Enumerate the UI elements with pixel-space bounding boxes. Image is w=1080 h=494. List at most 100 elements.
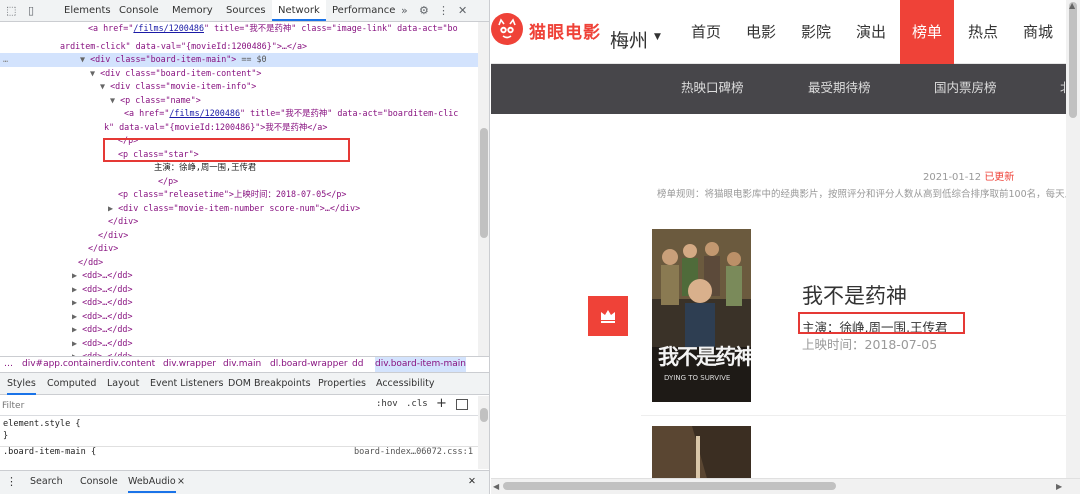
movie-poster[interactable]: 我不是药神 DYING TO SURVIVE [652,229,751,402]
element-style-selector[interactable]: element.style { [3,419,81,429]
dom-node-line[interactable]: <a href="/films/1200486" title="我不是药神" c… [0,22,478,36]
dom-node-line[interactable]: </div> [0,215,478,229]
breadcrumb-content[interactable]: div.content [105,357,155,372]
kebab-menu-icon[interactable]: ⋮ [438,0,449,21]
expand-arrow-icon[interactable]: ▼ [100,81,110,91]
dom-node-line[interactable]: arditem-click" data-val="{movieId:120048… [0,40,478,54]
breadcrumb-board-item-main[interactable]: div.board-item-main [375,357,467,372]
tab-performance[interactable]: Performance [326,0,401,21]
collapse-arrow-icon[interactable]: ▶ [72,338,82,348]
breadcrumb-board-wrapper[interactable]: dl.board-wrapper [270,357,348,372]
maoyan-cat-logo-icon[interactable] [491,13,523,45]
movie-title[interactable]: 我不是药神 [802,280,907,310]
nav-rankings[interactable]: 榜单 [900,0,954,64]
dom-node-line[interactable]: ▶ <dd>…</dd> [0,310,478,324]
subnav-domestic-box-office[interactable]: 国内票房榜 [934,64,997,112]
styles-scrollbar[interactable] [478,396,489,469]
elements-dom-tree[interactable]: <a href="/films/1200486" title="我不是药神" c… [0,22,478,356]
dom-tree-scroll-thumb[interactable] [480,128,488,238]
dom-node-line[interactable]: ▶ <dd>…</dd> [0,283,478,297]
dom-node-line[interactable]: </div> [0,229,478,243]
nav-cinemas[interactable]: 影院 [791,0,841,64]
dom-node-line[interactable]: <a href="/films/1200486" title="我不是药神" d… [0,107,478,121]
tab-layout[interactable]: Layout [107,373,139,395]
new-style-rule-icon[interactable]: + [436,396,447,411]
dom-node-line[interactable]: </div> [0,242,478,256]
tab-accessibility[interactable]: Accessibility [376,373,434,395]
chevron-down-icon[interactable]: ▼ [654,32,661,42]
collapse-arrow-icon[interactable]: ▶ [108,203,118,213]
dom-node-line[interactable]: ▼ <div class="movie-item-info"> [0,80,478,94]
close-devtools-icon[interactable]: ✕ [458,0,467,21]
city-selector[interactable]: 梅州 [610,26,648,53]
class-toggle[interactable]: .cls [406,399,428,409]
inspect-element-icon[interactable]: ⬚ [6,0,16,21]
dom-href-link[interactable]: /films/1200486 [169,108,240,118]
tab-console[interactable]: Console [113,0,165,21]
drawer-tab-console[interactable]: Console [80,471,118,493]
logo-text[interactable]: 猫眼电影 [529,18,601,43]
breadcrumb-dd[interactable]: dd [352,357,363,372]
expand-arrow-icon[interactable]: ▼ [90,68,100,78]
expand-arrow-icon[interactable]: ▼ [80,54,90,64]
dom-node-line[interactable]: ▼ <div class="board-item-content"> [0,67,478,81]
dom-node-line[interactable]: </dd> [0,256,478,270]
tab-styles[interactable]: Styles [7,373,36,395]
computed-sidebar-toggle-icon[interactable] [456,399,468,410]
nav-movies[interactable]: 电影 [736,0,786,64]
tab-properties[interactable]: Properties [318,373,366,395]
tab-dom-breakpoints[interactable]: DOM Breakpoints [228,373,311,395]
dom-node-line[interactable]: … ▼ <div class="board-item-main"> == $0 [0,53,478,67]
tab-computed[interactable]: Computed [47,373,96,395]
page-horizontal-scroll-thumb[interactable] [503,482,836,490]
dom-node-line[interactable]: ▶ <dd>…</dd> [0,269,478,283]
tab-elements[interactable]: Elements [58,0,117,21]
dom-node-line[interactable]: ▶ <div class="movie-item-number score-nu… [0,202,478,216]
page-vertical-scroll-thumb[interactable] [1069,2,1077,118]
styles-filter-input[interactable] [2,399,368,413]
dom-node-line[interactable]: 主演：徐峥,周一围,王传君 [0,161,478,175]
breadcrumb-ellipsis[interactable]: … [4,357,13,372]
collapse-arrow-icon[interactable]: ▶ [72,324,82,334]
collapse-arrow-icon[interactable]: ▶ [72,270,82,280]
breadcrumb-main[interactable]: div.main [223,357,261,372]
device-toolbar-icon[interactable]: ▯ [28,0,34,21]
nav-shows[interactable]: 演出 [846,0,896,64]
style-rule-source-link[interactable]: board-index…06072.css:1 [354,447,473,457]
dom-node-more-icon[interactable]: … [3,53,8,67]
subnav-most-anticipated[interactable]: 最受期待榜 [808,64,871,112]
breadcrumb-app-container[interactable]: div#app.container [22,357,106,372]
collapse-arrow-icon[interactable]: ▶ [72,311,82,321]
scroll-left-arrow-icon[interactable]: ◀ [493,482,499,491]
dom-node-line[interactable]: ▼ <p class="name"> [0,94,478,108]
styles-scroll-thumb[interactable] [480,408,488,422]
collapse-arrow-icon[interactable]: ▶ [72,284,82,294]
nav-hot[interactable]: 热点 [958,0,1008,64]
drawer-tab-webaudio[interactable]: WebAudio [128,471,176,493]
hover-state-toggle[interactable]: :hov [376,399,398,409]
dom-node-line[interactable]: ▶ <dd>…</dd> [0,337,478,351]
settings-gear-icon[interactable]: ⚙ [419,0,429,21]
subnav-hot-reputation[interactable]: 热映口碑榜 [681,64,744,112]
dom-node-line[interactable]: k" data-val="{movieId:1200486}">我不是药神</a… [0,121,478,135]
tab-network[interactable]: Network [272,0,326,21]
close-drawer-icon[interactable]: ✕ [468,471,476,493]
drawer-tab-search[interactable]: Search [30,471,63,493]
expand-arrow-icon[interactable]: ▼ [110,95,120,105]
collapse-arrow-icon[interactable]: ▶ [72,297,82,307]
tab-memory[interactable]: Memory [166,0,219,21]
scroll-up-arrow-icon[interactable]: ▲ [1069,1,1075,10]
breadcrumb-wrapper[interactable]: div.wrapper [163,357,216,372]
nav-home[interactable]: 首页 [681,0,731,64]
drawer-tab-close-icon[interactable]: × [177,471,185,493]
drawer-menu-icon[interactable]: ⋮ [6,471,17,493]
scroll-right-arrow-icon[interactable]: ▶ [1056,482,1062,491]
dom-node-line[interactable]: ▶ <dd>…</dd> [0,323,478,337]
dom-node-line[interactable]: <p class="releasetime">上映时间：2018-07-05</… [0,188,478,202]
nav-mall[interactable]: 商城 [1013,0,1063,64]
tab-event-listeners[interactable]: Event Listeners [150,373,223,395]
dom-node-line[interactable]: ▶ <dd>…</dd> [0,296,478,310]
tab-sources[interactable]: Sources [220,0,272,21]
dom-href-link[interactable]: /films/1200486 [133,23,204,33]
dom-node-line[interactable]: </p> [0,175,478,189]
